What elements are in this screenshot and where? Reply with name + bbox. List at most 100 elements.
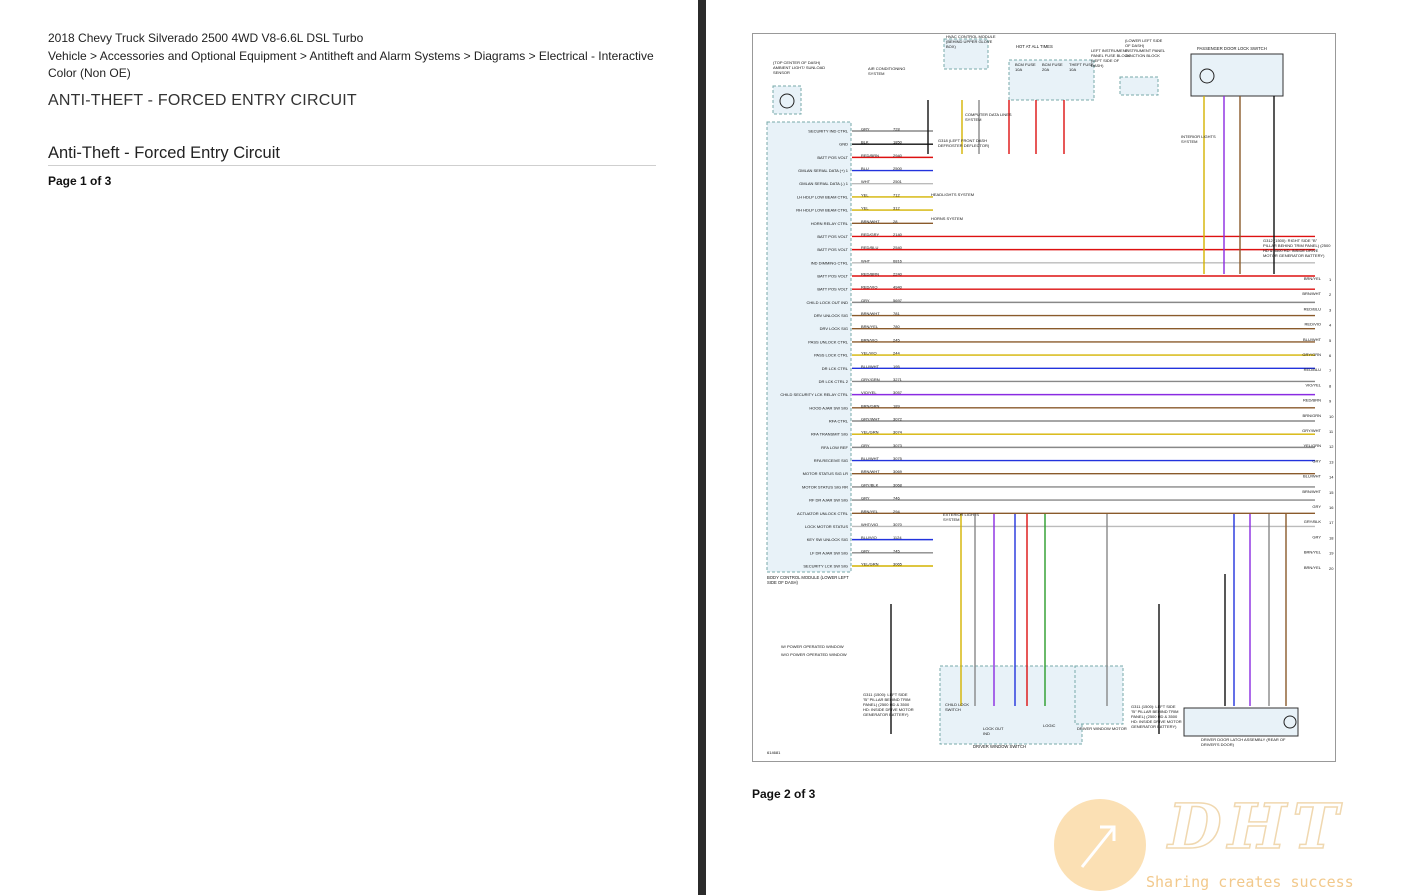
connector-number: 16 <box>1329 505 1334 510</box>
g311-label: GENERATOR BATTERY) <box>1131 724 1177 729</box>
wiring-diagram-svg: SECURITY IND CTRL GRY 728GND BLK 1850BATT PO… <box>766 34 1334 755</box>
driver-window-motor-box <box>1074 665 1124 725</box>
wire-color-label: RED/VIO <box>861 285 877 290</box>
circuit-number-label: 2501 <box>893 179 903 184</box>
wire-color-label: BRN/GRN <box>861 403 880 408</box>
g311-label: GENERATOR BATTERY) <box>863 712 909 717</box>
page-number: Page 1 of 3 <box>48 174 112 188</box>
connector-wire-label: GRY <box>1312 504 1321 509</box>
connector-wire-label: RED/BLU <box>1304 367 1321 372</box>
connector-number: 6 <box>1329 353 1332 358</box>
passenger-switch-label: PASSENGER DOOR LOCK SWITCH <box>1197 46 1267 51</box>
bcm-pin-label: BATT POS VOLT <box>817 274 848 279</box>
circuit-number-label: 3057 <box>893 390 903 395</box>
connector-number: 11 <box>1329 429 1334 434</box>
circuit-number-label: 1850 <box>893 140 903 145</box>
computer-data-label: SYSTEM <box>965 117 981 122</box>
circuit-number-label: 2540 <box>893 245 903 250</box>
interior-lights-label: SYSTEM <box>1181 139 1197 144</box>
wire-color-label: GRY <box>861 443 870 448</box>
legend-label: W/ POWER OPERATED WINDOW <box>781 644 844 649</box>
hot-at-all-times-label: HOT AT ALL TIMES <box>1016 44 1053 49</box>
circuit-number-label: 312 <box>893 206 900 211</box>
bcm-pin-label: ACTUATOR UNLOCK CTRL <box>797 511 849 516</box>
bcm-pin-label: CHILD SECURITY LCK RELAY CTRL <box>780 392 848 397</box>
wire-color-label: YEL <box>861 192 869 197</box>
wire-color-label: RED/BRN <box>861 153 879 158</box>
wire-color-label: GRY/WHT <box>861 417 880 422</box>
wire-color-label: GRY <box>861 496 870 501</box>
driver-latch-label: DRIVER'S DOOR) <box>1201 742 1235 747</box>
circuit-number-label: 728 <box>893 127 900 132</box>
connector-number: 13 <box>1329 459 1334 464</box>
lock-out-ind-label: IND <box>983 731 990 736</box>
wire-color-label: VIO/YEL <box>861 390 877 395</box>
circuit-number-label: 6816 <box>893 258 903 263</box>
wire-color-label: RED/GRY <box>861 232 879 237</box>
bcm-pin-label: RF DR AJAR SW SIG <box>809 498 848 503</box>
circuit-number-label: 2240 <box>893 272 903 277</box>
connector-number: 19 <box>1329 551 1334 556</box>
bcm-pin-label: IND DIMMING CTRL <box>811 260 849 265</box>
wire-color-label: WHT <box>861 258 871 263</box>
g318-label: DEFROSTER DEFLECTOR) <box>938 143 990 148</box>
wire-color-label: RED/BLU <box>861 245 878 250</box>
wire-color-label: GRY <box>861 548 870 553</box>
circuit-number-label: 2940 <box>893 153 903 158</box>
bcm-pin-label: RFA RECEIVE SIG <box>814 458 848 463</box>
connector-number: 8 <box>1329 383 1332 388</box>
connector-number: 18 <box>1329 535 1334 540</box>
connector-wire-label: GRY/BLK <box>1304 519 1322 524</box>
circuit-number-label: 3075 <box>893 456 903 461</box>
wire-color-label: GRY <box>861 298 870 303</box>
circuit-number-label: 746 <box>893 496 900 501</box>
bcm-pin-label: RFA LOW REF <box>821 445 848 450</box>
bcm-pin-label: GND <box>839 142 848 147</box>
bcm-pin-label: BATT POS VOLT <box>817 287 848 292</box>
connector-number: 20 <box>1329 566 1334 571</box>
bcm-pin-label: DR LCK CTRL <box>822 366 849 371</box>
circuit-number-label: 3070 <box>893 522 903 527</box>
wire-color-label: BRN/WHT <box>861 311 880 316</box>
connector-number: 1 <box>1329 277 1332 282</box>
wire-color-label: BRN/WHT <box>861 469 880 474</box>
circuit-number-label: 3065 <box>893 562 903 567</box>
wire-color-label: BLU/VIO <box>861 535 877 540</box>
junction-block-label: JUNCTION BLOCK <box>1125 53 1160 58</box>
connector-wire-label: RED/BRN <box>1303 398 1321 403</box>
circuit-number-label: 2140 <box>893 232 903 237</box>
wire-color-label: YEL/VIO <box>861 351 877 356</box>
wire-color-label: YEL <box>861 206 869 211</box>
connector-wire-label: RED/VIO <box>1305 322 1321 327</box>
connector-number: 17 <box>1329 520 1334 525</box>
connector-number: 7 <box>1329 368 1332 373</box>
circuit-number-label: 781 <box>893 311 900 316</box>
horns-label: HORNS SYSTEM <box>931 216 963 221</box>
wire-color-label: RED/BRN <box>861 272 879 277</box>
g312-label: MOTOR GENERATOR BATTERY) <box>1263 253 1325 258</box>
bcm-pin-label: LOCK MOTOR STATUS <box>805 524 848 529</box>
wire-color-label: BLK <box>861 140 869 145</box>
connector-number: 14 <box>1329 475 1334 480</box>
vehicle-title: 2018 Chevy Truck Silverado 2500 4WD V8-6… <box>48 31 364 45</box>
bcm-pin-label: GMLAN SERIAL DATA (+) 1 <box>798 168 849 173</box>
connector-wire-label: GRY <box>1312 458 1321 463</box>
bcm-pin-label: RFA CTRL <box>829 419 849 424</box>
bcm-pin-label: BATT POS VOLT <box>817 247 848 252</box>
wiring-diagram: SECURITY IND CTRL GRY 728 GND BLK 1850 BATT PO… <box>752 33 1336 762</box>
bcm-pin-label: HOOD AJAR SW SIG <box>809 405 848 410</box>
wire-color-label: GRY <box>861 127 870 132</box>
connector-wire-label: GRY/WHT <box>1302 428 1321 433</box>
document-page-1: 2018 Chevy Truck Silverado 2500 4WD V8-6… <box>0 0 698 895</box>
circuit-number-label: 1124 <box>893 535 902 540</box>
breadcrumb[interactable]: Vehicle > Accessories and Optional Equip… <box>48 48 668 83</box>
wire-color-label: BRN/WHT <box>861 219 880 224</box>
bcm-pin-label: KEY SW UNLOCK SIG <box>807 537 848 542</box>
bcm-pin-label: BATT POS VOLT <box>817 155 848 160</box>
circuit-number-label: 3271 <box>893 377 903 382</box>
watermark-letters: DHT <box>1167 789 1345 864</box>
connector-wire-label: YEL/GRN <box>1303 443 1321 448</box>
exterior-lights-label: SYSTEM <box>943 517 959 522</box>
headlights-label: HEADLIGHTS SYSTEM <box>931 192 974 197</box>
sunload-sensor-box <box>772 85 802 115</box>
